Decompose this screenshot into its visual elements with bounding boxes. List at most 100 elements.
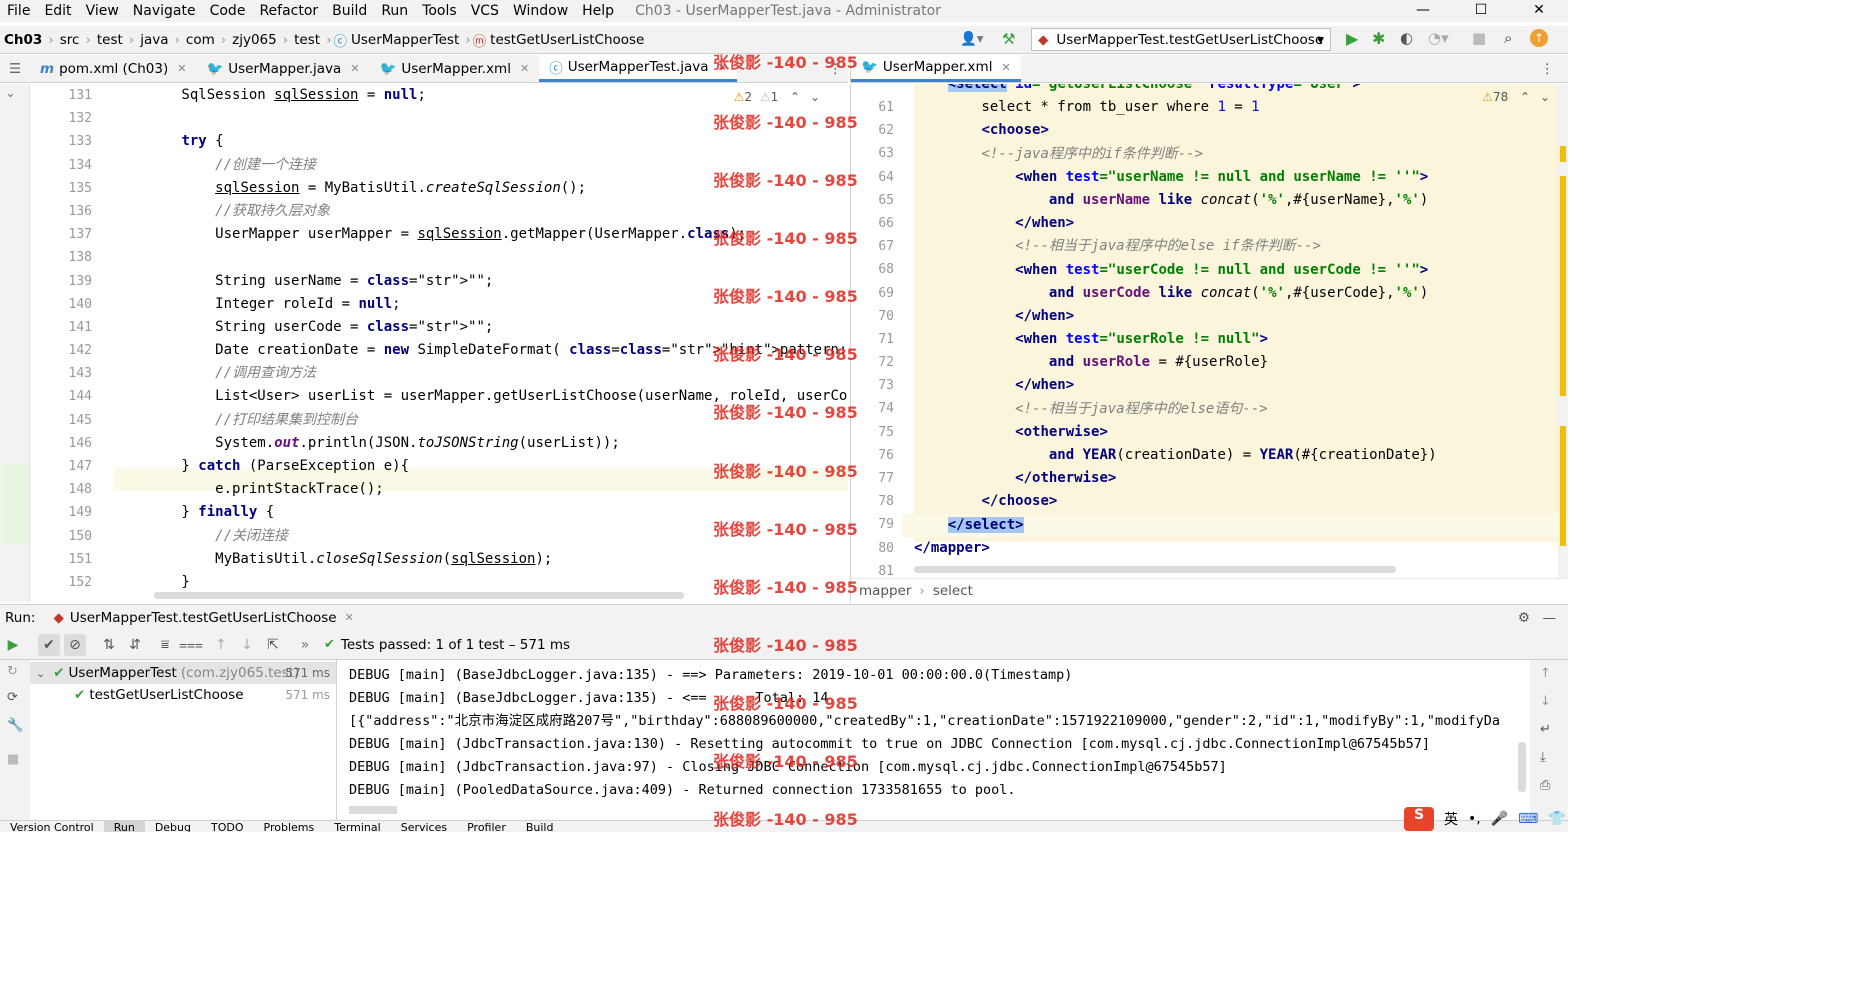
- tab-problems[interactable]: Problems: [254, 821, 325, 832]
- close-icon[interactable]: ✕: [1001, 61, 1010, 74]
- breadcrumb-item[interactable]: com: [182, 32, 219, 48]
- breadcrumb-item[interactable]: test: [290, 32, 324, 48]
- debug-icon[interactable]: ✱: [1372, 29, 1385, 48]
- shirt-icon[interactable]: 👕: [1548, 811, 1565, 827]
- export-icon[interactable]: ⇱: [262, 634, 284, 656]
- breadcrumb-item[interactable]: zjy065: [228, 32, 281, 48]
- tab-build[interactable]: Build: [516, 821, 564, 832]
- arrow-down-icon[interactable]: ↓: [1540, 694, 1551, 709]
- tab-pom-xml[interactable]: m pom.xml (Ch03) ✕: [30, 55, 196, 82]
- collapse-all-icon[interactable]: ⩶: [179, 634, 203, 656]
- show-passed-icon[interactable]: ✔: [38, 633, 60, 656]
- chevron-down-icon[interactable]: ⌄: [810, 90, 820, 104]
- arrow-up-icon[interactable]: ↑: [1540, 666, 1551, 681]
- tab-usermapper-xml-right[interactable]: 🐦 UserMapper.xml ✕: [851, 55, 1021, 82]
- more-icon[interactable]: ⋮: [1541, 61, 1555, 77]
- collapse-icon[interactable]: ⌄: [5, 86, 16, 101]
- menu-refactor[interactable]: Refactor: [252, 3, 325, 19]
- run-icon[interactable]: ▶: [1346, 29, 1358, 48]
- search-icon[interactable]: ⌕: [1504, 29, 1512, 47]
- close-icon[interactable]: ✕: [520, 62, 529, 75]
- menu-file[interactable]: File: [0, 3, 37, 19]
- stop-icon[interactable]: ■: [1472, 29, 1486, 47]
- tab-version-control[interactable]: Version Control: [0, 821, 104, 832]
- soft-wrap-icon[interactable]: ↵: [1540, 722, 1551, 737]
- tab-usermapper-xml[interactable]: 🐦 UserMapper.xml ✕: [370, 55, 540, 82]
- chevron-up-icon[interactable]: ⌃: [1520, 90, 1530, 104]
- arrow-up-icon[interactable]: ↑: [210, 634, 232, 656]
- tab-usermapper-java[interactable]: 🐦 UserMapper.java ✕: [196, 55, 369, 82]
- menu-lines-icon[interactable]: ☰: [0, 55, 30, 82]
- print-icon[interactable]: ⎙: [1540, 778, 1550, 793]
- tree-row[interactable]: ⌄ ✔ UserMapperTest (com.zjy065.test) 571…: [30, 662, 336, 684]
- tab-usermappertest-java[interactable]: ⓒ UserMapperTest.java ✕: [539, 55, 737, 82]
- breadcrumb-item[interactable]: testGetUserListChoose: [486, 32, 648, 48]
- close-icon[interactable]: ✕: [177, 62, 186, 75]
- menu-build[interactable]: Build: [325, 3, 374, 19]
- menu-vcs[interactable]: VCS: [464, 3, 506, 19]
- user-icon[interactable]: 👤▾: [960, 31, 984, 47]
- java-code-editor[interactable]: SqlSession sqlSession = null; try { //创建…: [114, 84, 848, 602]
- breadcrumb-item[interactable]: select: [933, 583, 973, 599]
- microphone-icon[interactable]: 🎤: [1491, 811, 1508, 827]
- inspection-widget[interactable]: ⚠78 ⌃ ⌄: [1482, 90, 1550, 104]
- more-actions-icon[interactable]: »: [294, 634, 316, 656]
- breadcrumb-item[interactable]: test: [93, 32, 127, 48]
- tree-row[interactable]: ✔ testGetUserListChoose 571 ms: [30, 684, 336, 706]
- minimize-panel-icon[interactable]: —: [1543, 610, 1557, 626]
- chevron-down-icon[interactable]: ⌄: [36, 667, 45, 680]
- tab-run[interactable]: Run: [103, 821, 145, 832]
- menu-help[interactable]: Help: [575, 3, 621, 19]
- toggle-auto-test-icon[interactable]: ⟳: [7, 690, 18, 705]
- punctuation-icon[interactable]: •,: [1468, 811, 1481, 827]
- sogou-icon[interactable]: S: [1404, 807, 1434, 831]
- close-icon[interactable]: ✕: [1510, 0, 1568, 20]
- menu-navigate[interactable]: Navigate: [126, 3, 203, 19]
- breadcrumb-item[interactable]: java: [136, 32, 172, 48]
- arrow-down-icon[interactable]: ↓: [236, 634, 258, 656]
- show-ignored-icon[interactable]: ⊘: [64, 633, 86, 656]
- breadcrumb-item[interactable]: UserMapperTest: [347, 32, 463, 48]
- run-config-selector[interactable]: ◆ UserMapperTest.testGetUserListChoose ▾: [1031, 28, 1331, 51]
- more-icon[interactable]: ⋮: [829, 61, 843, 77]
- scroll-end-icon[interactable]: ⤓: [1540, 750, 1546, 765]
- profile-icon[interactable]: ◔▾: [1428, 29, 1449, 47]
- horizontal-scrollbar[interactable]: [154, 592, 684, 599]
- breadcrumb-item[interactable]: mapper: [859, 583, 911, 599]
- menu-run[interactable]: Run: [374, 3, 415, 19]
- menu-window[interactable]: Window: [506, 3, 575, 19]
- coverage-icon[interactable]: ◐: [1400, 29, 1413, 47]
- tab-terminal[interactable]: Terminal: [324, 821, 391, 832]
- sort-duration-icon[interactable]: ⇵: [124, 634, 146, 656]
- xml-code-editor[interactable]: <select id="getUserListChoose" resultTyp…: [902, 84, 1558, 578]
- ime-language[interactable]: 英: [1444, 809, 1458, 829]
- run-tab-label[interactable]: UserMapperTest.testGetUserListChoose: [70, 610, 337, 626]
- breadcrumb-item[interactable]: src: [56, 32, 84, 48]
- wrench-icon[interactable]: 🔧: [7, 718, 23, 733]
- maximize-icon[interactable]: ☐: [1452, 0, 1510, 20]
- inspection-widget[interactable]: ⚠2 ⚠1 ⌃ ⌄: [734, 90, 820, 104]
- tab-profiler[interactable]: Profiler: [457, 821, 516, 832]
- menu-code[interactable]: Code: [203, 3, 253, 19]
- close-icon[interactable]: ✕: [350, 62, 359, 75]
- console-output[interactable]: DEBUG [main] (BaseJdbcLogger.java:135) -…: [338, 660, 1530, 820]
- vertical-scrollbar[interactable]: [1518, 742, 1526, 792]
- keyboard-icon[interactable]: ⌨: [1518, 811, 1538, 827]
- tab-services[interactable]: Services: [391, 821, 457, 832]
- close-icon[interactable]: ✕: [718, 61, 727, 74]
- tab-todo[interactable]: TODO: [201, 821, 254, 832]
- menu-view[interactable]: View: [79, 3, 126, 19]
- hammer-icon[interactable]: ⚒: [1002, 30, 1015, 48]
- chevron-up-icon[interactable]: ⌃: [790, 90, 800, 104]
- menu-edit[interactable]: Edit: [37, 3, 78, 19]
- menu-tools[interactable]: Tools: [415, 3, 464, 19]
- update-icon[interactable]: ↑: [1530, 29, 1548, 47]
- minimize-icon[interactable]: —: [1394, 0, 1452, 20]
- close-icon[interactable]: ✕: [345, 611, 354, 624]
- rerun-failed-icon[interactable]: ↻: [7, 664, 18, 679]
- tab-debug[interactable]: Debug: [145, 821, 201, 832]
- chevron-down-icon[interactable]: ⌄: [1540, 90, 1550, 104]
- rerun-icon[interactable]: ▶: [2, 634, 24, 656]
- horizontal-scrollbar[interactable]: [349, 806, 397, 814]
- horizontal-scrollbar[interactable]: [914, 566, 1396, 573]
